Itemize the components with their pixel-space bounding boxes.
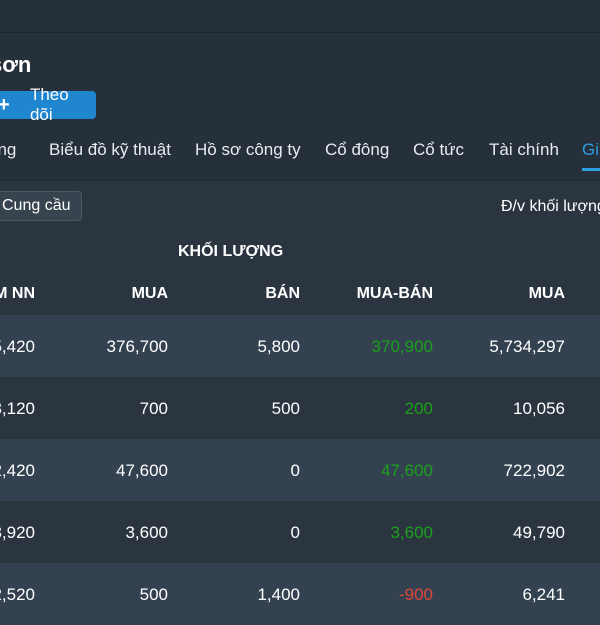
cell-buy: 500 [139,585,168,604]
tab-overview[interactable]: ông [0,140,16,160]
cell-buy-value: 6,241 [522,585,565,604]
table-row: 2,520 500 1,400 -900 6,241 [0,563,600,625]
active-tab-indicator [582,168,600,171]
cell-buy-sell: 370,900 [371,337,433,356]
cell-buy: 47,600 [116,461,168,480]
cell-buy: 376,700 [106,337,168,356]
tab-dividends[interactable]: Cổ tức [413,140,464,160]
cell-sell: 0 [290,523,300,542]
cell-net-foreign: 3,120 [0,399,35,418]
follow-button-label: Theo dõi [29,85,69,124]
column-header-net-foreign: M NN [0,285,35,302]
tab-shareholders[interactable]: Cổ đông [325,140,389,160]
cell-buy-sell: 47,600 [381,461,433,480]
company-name: sơn [0,52,32,77]
table-row: 3,920 3,600 0 3,600 49,790 [0,501,600,563]
tab-bar: ông Biểu đồ kỹ thuật Hồ sơ công ty Cổ đô… [0,130,600,170]
cell-buy: 700 [139,399,168,418]
tab-company-profile[interactable]: Hồ sơ công ty [195,140,301,160]
tab-finance[interactable]: Tài chính [489,140,559,160]
cell-buy-sell: 200 [404,399,433,418]
table-row: 5,420 376,700 5,800 370,900 5,734,297 [0,315,600,377]
supply-demand-button[interactable]: Cung cầu [0,191,82,221]
top-bar [0,0,600,33]
column-header-sell: BÁN [265,285,300,302]
cell-sell: 1,400 [257,585,300,604]
cell-net-foreign: 5,420 [0,337,35,356]
cell-buy-value: 722,902 [503,461,565,480]
column-header-buy: MUA [131,285,168,302]
cell-buy: 3,600 [125,523,168,542]
column-header-buy-value: MUA [528,285,565,302]
cell-buy-value: 5,734,297 [489,337,565,356]
cell-net-foreign: 3,920 [0,523,35,542]
cell-net-foreign: 2,520 [0,585,35,604]
column-header-buy-sell: MUA-BÁN [356,285,433,302]
tab-trading[interactable]: Gi [582,140,599,160]
cell-buy-value: 49,790 [513,523,565,542]
cell-sell: 500 [271,399,300,418]
cell-sell: 0 [290,461,300,480]
volume-group-header: KHỐI LƯỢNG [178,243,284,260]
plus-icon: + [0,93,10,116]
cell-net-foreign: 2,420 [0,461,35,480]
cell-sell: 5,800 [257,337,300,356]
cell-buy-sell: -900 [398,585,433,604]
table-row: 2,420 47,600 0 47,600 722,902 [0,439,600,501]
header-divider [0,180,600,181]
tab-technical-chart[interactable]: Biểu đồ kỹ thuật [49,140,171,160]
cell-buy-value: 10,056 [513,399,565,418]
cell-buy-sell: 3,600 [390,523,433,542]
unit-label: Đ/v khối lượng [501,198,600,215]
follow-button[interactable]: + Theo dõi [0,85,96,124]
table-row: 3,120 700 500 200 10,056 [0,377,600,439]
